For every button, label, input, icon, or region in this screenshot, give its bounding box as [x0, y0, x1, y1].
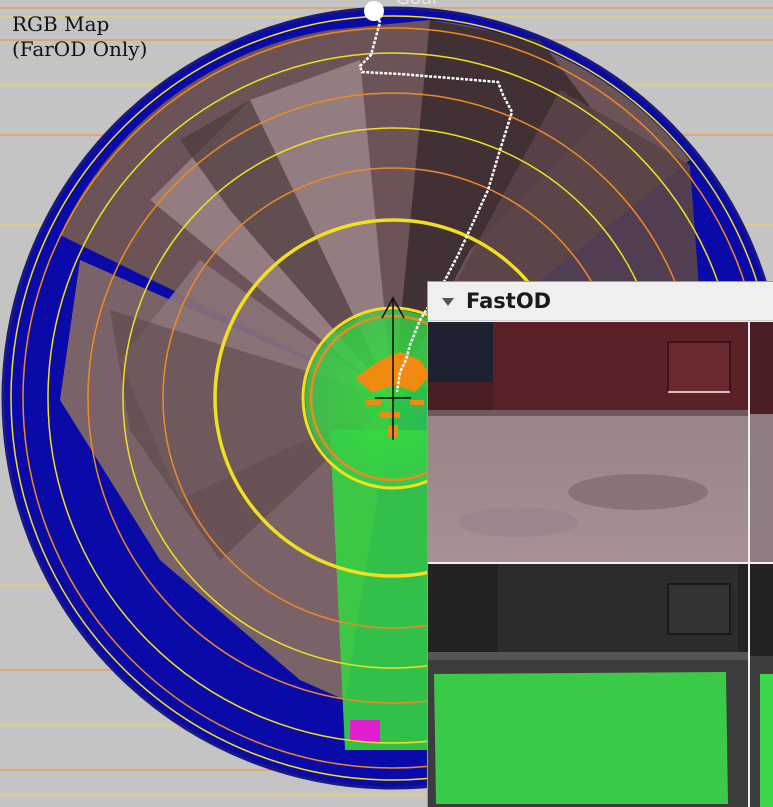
map-title-line2: (FarOD Only): [12, 37, 148, 61]
camera-view-segmentation[interactable]: [428, 564, 748, 807]
camera-view-rgb[interactable]: [428, 322, 748, 562]
goal-marker-icon[interactable]: [364, 1, 384, 21]
map-title-line1: RGB Map: [12, 12, 110, 36]
camera-view-segmentation-side[interactable]: [750, 564, 773, 807]
panel-title: FastOD: [466, 289, 552, 313]
panel-header[interactable]: FastOD: [428, 282, 773, 321]
fastod-panel: FastOD: [427, 281, 773, 807]
map-title: RGB Map (FarOD Only): [12, 12, 147, 62]
goal-label: Goal: [396, 0, 437, 9]
triangle-down-icon[interactable]: [442, 298, 454, 306]
camera-view-rgb-side[interactable]: [750, 322, 773, 562]
magenta-cells: [350, 720, 380, 742]
